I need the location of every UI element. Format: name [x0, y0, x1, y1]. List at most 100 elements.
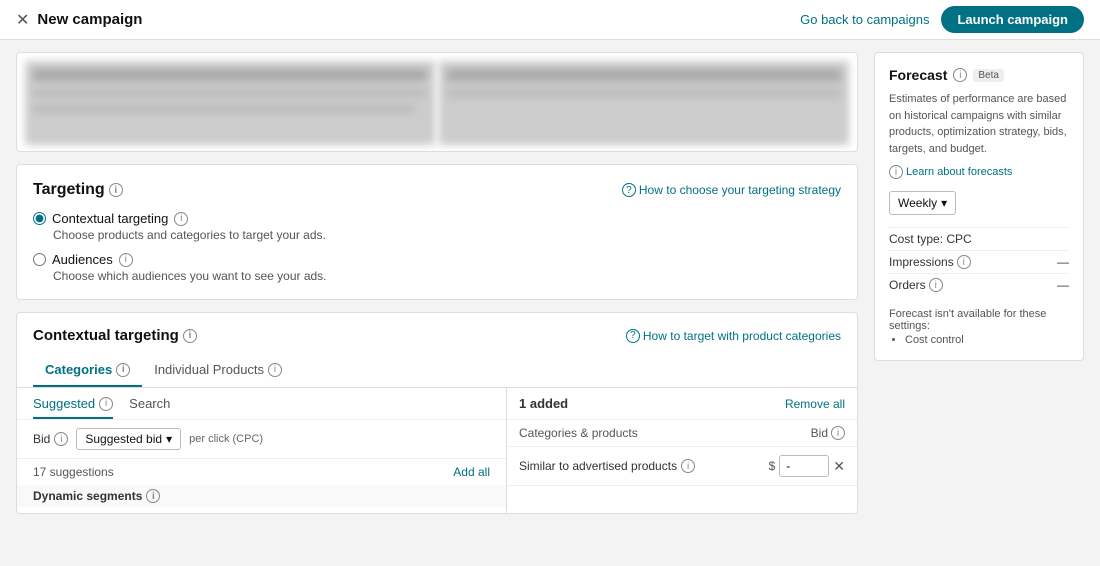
forecast-learn-link[interactable]: i Learn about forecasts: [889, 165, 1069, 179]
tab-individual-products[interactable]: Individual Products i: [142, 354, 294, 387]
added-item: Similar to advertised products i $ ✕: [507, 447, 857, 486]
forecast-learn-info-icon: i: [889, 165, 903, 179]
contextual-radio-input[interactable]: [33, 212, 46, 225]
audiences-radio-label[interactable]: Audiences i: [33, 252, 841, 267]
added-count: 1 added: [519, 396, 568, 411]
audiences-info-icon[interactable]: i: [119, 253, 133, 267]
orders-info-icon[interactable]: i: [929, 278, 943, 292]
col-bid-header: Bid i: [811, 426, 845, 440]
subtab-suggested-label: Suggested: [33, 396, 95, 411]
audiences-radio-input[interactable]: [33, 253, 46, 266]
subtab-search[interactable]: Search: [129, 396, 170, 419]
impressions-label: Impressions i: [889, 255, 971, 269]
right-col-header: 1 added Remove all: [507, 388, 857, 420]
tab-categories[interactable]: Categories i: [33, 354, 142, 387]
targeting-header: Targeting i ? How to choose your targeti…: [33, 181, 841, 199]
impressions-value: —: [1057, 255, 1069, 269]
contextual-question-circle-icon: ?: [626, 329, 640, 343]
targeting-title: Targeting i: [33, 181, 123, 199]
impressions-info-icon[interactable]: i: [957, 255, 971, 269]
contextual-description: Choose products and categories to target…: [53, 228, 841, 242]
contextual-targeting-header: Contextual targeting i ? How to target w…: [17, 313, 857, 354]
add-suggestion-link[interactable]: Add d: [459, 512, 490, 514]
subtab-suggested-info-icon[interactable]: i: [99, 397, 113, 411]
cost-type-label: Cost type: CPC: [889, 232, 972, 246]
dollar-sign: $: [769, 459, 776, 473]
bid-input[interactable]: [779, 455, 829, 477]
two-column-layout: Suggested i Search Bid i Sugg: [17, 388, 857, 514]
weekly-select[interactable]: Weekly ▾: [889, 191, 956, 215]
targeting-section: Targeting i ? How to choose your targeti…: [16, 164, 858, 300]
contextual-tabs-row: Categories i Individual Products i: [17, 354, 857, 388]
subtab-search-label: Search: [129, 396, 170, 411]
close-icon[interactable]: ✕: [16, 10, 29, 30]
col-bid-info-icon[interactable]: i: [831, 426, 845, 440]
bid-row: Bid i Suggested bid ▾ per click (CPC): [17, 420, 506, 458]
suggestion-group-label: Dynamic segments: [33, 489, 142, 503]
added-item-info-icon[interactable]: i: [681, 459, 695, 473]
bid-select[interactable]: Suggested bid ▾: [76, 428, 181, 450]
col-categories-header: Categories & products: [519, 426, 638, 440]
contextual-radio-label[interactable]: Contextual targeting i: [33, 211, 841, 226]
orders-label: Orders i: [889, 278, 943, 292]
contextual-targeting-section: Contextual targeting i ? How to target w…: [16, 312, 858, 514]
targeting-info-icon[interactable]: i: [109, 183, 123, 197]
contextual-targeting-title: Contextual targeting i: [33, 327, 197, 344]
tab-categories-label: Categories: [45, 362, 112, 377]
remove-all-link[interactable]: Remove all: [785, 397, 845, 411]
add-all-link[interactable]: Add all: [453, 465, 490, 479]
contextual-label-text: Contextual targeting: [52, 211, 168, 226]
forecast-card: Forecast i Beta Estimates of performance…: [874, 52, 1084, 361]
list-item[interactable]: Similar to advertised products i Add d: [17, 507, 506, 514]
tab-individual-products-label: Individual Products: [154, 362, 264, 377]
categories-right-col: 1 added Remove all Categories & products…: [507, 388, 857, 514]
targeting-help-link[interactable]: ? How to choose your targeting strategy: [622, 183, 841, 197]
audiences-option: Audiences i Choose which audiences you w…: [33, 252, 841, 283]
launch-campaign-button[interactable]: Launch campaign: [941, 6, 1084, 33]
audiences-description: Choose which audiences you want to see y…: [53, 269, 841, 283]
suggestions-list: Dynamic segments i Similar to advertised…: [17, 485, 506, 514]
suggestion-group-info-icon[interactable]: i: [146, 489, 160, 503]
products-preview: 1-50 of 81 results ‹ ›: [16, 52, 858, 152]
subtab-suggested[interactable]: Suggested i: [33, 396, 113, 419]
contextual-help-link[interactable]: ? How to target with product categories: [626, 329, 841, 343]
orders-row: Orders i —: [889, 273, 1069, 296]
header: ✕ New campaign Go back to campaigns Laun…: [0, 0, 1100, 40]
targeting-title-text: Targeting: [33, 181, 105, 199]
bid-info-icon[interactable]: i: [54, 432, 68, 446]
col-headers: Categories & products Bid i: [507, 420, 857, 447]
tab-individual-products-info-icon[interactable]: i: [268, 363, 282, 377]
question-circle-icon: ?: [622, 183, 636, 197]
contextual-info-icon[interactable]: i: [174, 212, 188, 226]
bid-label: Bid i: [33, 432, 68, 446]
remove-item-button[interactable]: ✕: [833, 459, 845, 473]
cost-type-row: Cost type: CPC: [889, 227, 1069, 250]
header-right: Go back to campaigns Launch campaign: [800, 6, 1084, 33]
weekly-label: Weekly: [898, 196, 937, 210]
orders-value: —: [1057, 278, 1069, 292]
audiences-label-text: Audiences: [52, 252, 113, 267]
added-item-name: Similar to advertised products i: [519, 459, 695, 473]
per-click-label: per click (CPC): [189, 433, 263, 445]
subtabs-row: Suggested i Search: [17, 388, 506, 420]
suggestions-header: 17 suggestions Add all: [17, 458, 506, 485]
tab-categories-info-icon[interactable]: i: [116, 363, 130, 377]
suggestion-item-name: Similar to advertised products i: [33, 511, 211, 514]
left-panel: 1-50 of 81 results ‹ › Targeting i ? How…: [16, 52, 858, 514]
contextual-targeting-info-icon[interactable]: i: [183, 329, 197, 343]
beta-badge: Beta: [973, 69, 1004, 82]
contextual-targeting-title-text: Contextual targeting: [33, 327, 179, 344]
bid-select-chevron-icon: ▾: [166, 432, 172, 446]
contextual-option: Contextual targeting i Choose products a…: [33, 211, 841, 242]
forecast-title-row: Forecast i Beta: [889, 67, 1069, 83]
forecast-info-icon[interactable]: i: [953, 68, 967, 82]
forecast-description: Estimates of performance are based on hi…: [889, 91, 1069, 157]
categories-left-col: Suggested i Search Bid i Sugg: [17, 388, 507, 514]
forecast-note-item: Cost control: [905, 334, 1069, 346]
suggestion-group-header: Dynamic segments i: [17, 485, 506, 507]
suggestions-count: 17 suggestions: [33, 465, 114, 479]
suggestion-item-info-icon[interactable]: i: [197, 513, 211, 514]
go-back-link[interactable]: Go back to campaigns: [800, 12, 929, 27]
main-content: 1-50 of 81 results ‹ › Targeting i ? How…: [0, 40, 1100, 526]
targeting-radio-group: Contextual targeting i Choose products a…: [33, 211, 841, 283]
